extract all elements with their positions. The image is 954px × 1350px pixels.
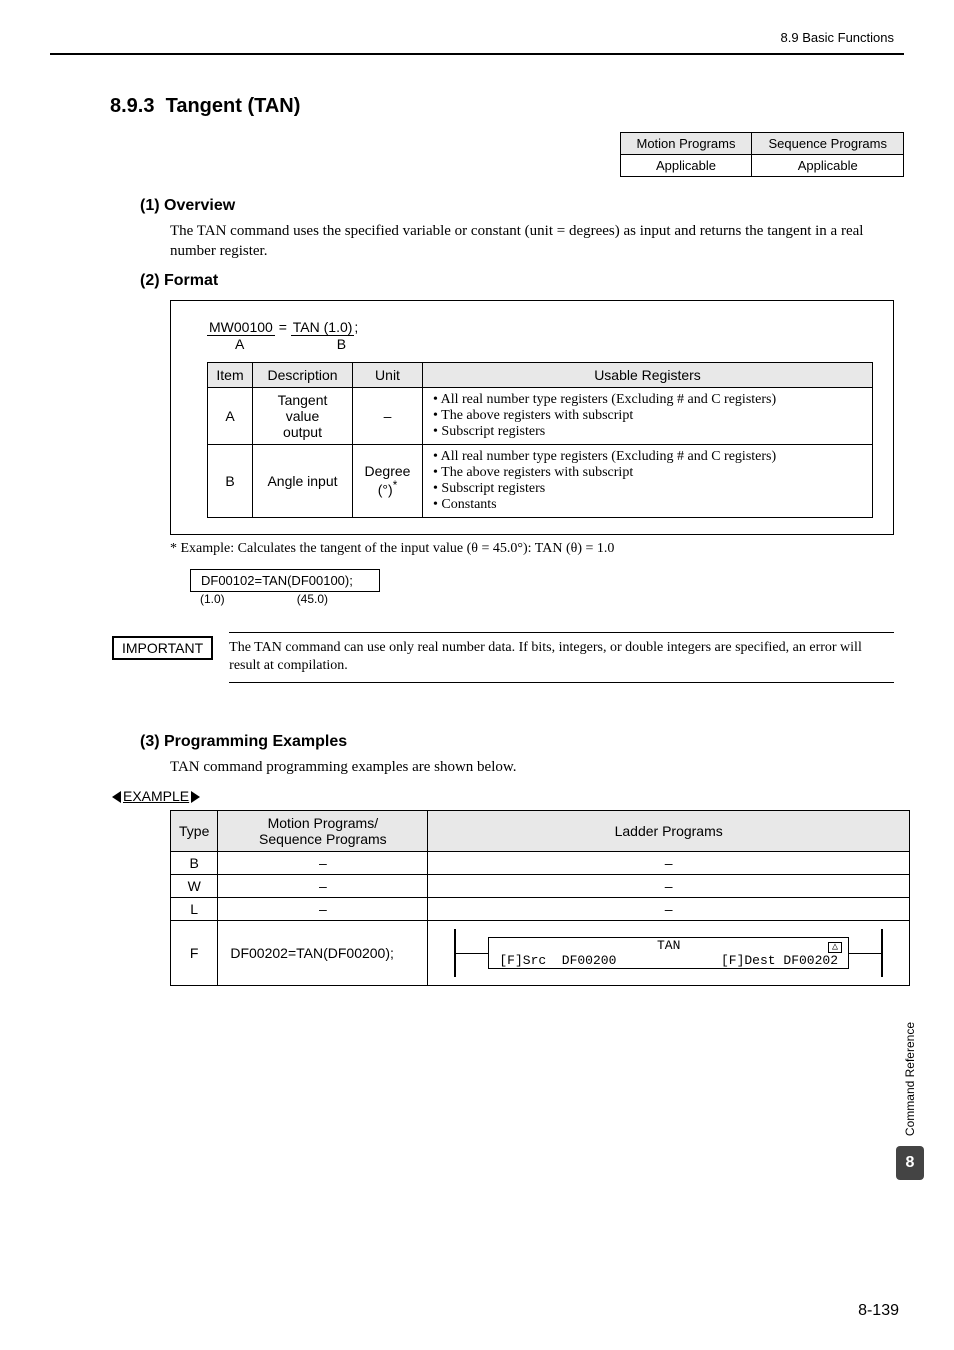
- example-val-a: (1.0): [200, 592, 230, 606]
- prog-l-motion: –: [218, 897, 428, 920]
- example-code-box: DF00102=TAN(DF00100);: [190, 569, 380, 592]
- ladder-function-box: △ TAN [F]Src DF00200 [F]Dest DF00202: [488, 937, 849, 969]
- ladder-diagram: △ TAN [F]Src DF00200 [F]Dest DF00202: [454, 929, 883, 977]
- format-footnote: * Example: Calculates the tangent of the…: [170, 541, 894, 557]
- ladder-wire-left: [456, 953, 488, 954]
- ladder-wire-right: [849, 953, 881, 954]
- header-rule: [50, 53, 904, 55]
- prog-th-motion: Motion Programs/Sequence Programs: [218, 810, 428, 851]
- fmt-b-desc: Angle input: [253, 444, 353, 517]
- prog-f-motion: DF00202=TAN(DF00200);: [218, 920, 428, 985]
- prog-heading: (3) Programming Examples: [140, 733, 904, 751]
- side-tab-text: Command Reference: [903, 1022, 917, 1136]
- prog-w-motion: –: [218, 874, 428, 897]
- important-label: IMPORTANT: [112, 636, 213, 660]
- ladder-dest-label: [F]Dest: [721, 953, 776, 968]
- applicability-table: Motion Programs Sequence Programs Applic…: [620, 132, 905, 177]
- example-values: (1.0) (45.0): [200, 592, 904, 606]
- fmt-th-reg: Usable Registers: [423, 362, 873, 387]
- example-label-text: EXAMPLE: [123, 788, 189, 804]
- prog-th-ladder: Ladder Programs: [428, 810, 910, 851]
- fmt-b-reg: • All real number type registers (Exclud…: [423, 444, 873, 517]
- important-block: IMPORTANT The TAN command can use only r…: [112, 632, 894, 684]
- section-title: 8.9.3 Tangent (TAN): [110, 95, 904, 118]
- prog-w-ladder: –: [428, 874, 910, 897]
- prog-l-type: L: [171, 897, 218, 920]
- ladder-func-name: TAN: [489, 938, 848, 953]
- prog-f-type: F: [171, 920, 218, 985]
- ladder-dest-val: DF00202: [783, 953, 838, 968]
- page-number: 8-139: [858, 1302, 899, 1320]
- triangle-left-icon: [112, 791, 121, 803]
- example-label: EXAMPLE: [112, 788, 904, 804]
- expand-icon: △: [828, 942, 842, 953]
- prog-b-ladder: –: [428, 851, 910, 874]
- fmt-th-desc: Description: [253, 362, 353, 387]
- prog-th-type: Type: [171, 810, 218, 851]
- prog-w-type: W: [171, 874, 218, 897]
- prog-b-type: B: [171, 851, 218, 874]
- fmt-th-item: Item: [208, 362, 253, 387]
- format-code-a: MW00100: [207, 319, 275, 336]
- format-box: MW00100 = TAN (1.0); A B Item Descriptio…: [170, 300, 894, 535]
- format-code-line: MW00100 = TAN (1.0);: [207, 319, 873, 336]
- prog-f-ladder: △ TAN [F]Src DF00200 [F]Dest DF00202: [428, 920, 910, 985]
- overview-heading: (1) Overview: [140, 197, 904, 215]
- ladder-src-label: [F]Src: [499, 953, 546, 968]
- ladder-src-val: DF00200: [562, 953, 617, 968]
- fmt-b-unit: Degree(°)*: [353, 444, 423, 517]
- triangle-right-icon: [191, 791, 200, 803]
- label-b: B: [337, 336, 346, 352]
- format-heading: (2) Format: [140, 272, 904, 290]
- format-code-b: TAN (1.0): [291, 319, 355, 336]
- important-text: The TAN command can use only real number…: [229, 632, 894, 684]
- app-sequence-value: Applicable: [752, 155, 904, 177]
- format-table: Item Description Unit Usable Registers A…: [207, 362, 873, 518]
- fmt-a-unit: –: [353, 387, 423, 444]
- fmt-b-item: B: [208, 444, 253, 517]
- prog-b-motion: –: [218, 851, 428, 874]
- side-tab: Command Reference 8: [896, 1022, 924, 1180]
- section-number: 8.9.3: [110, 95, 154, 117]
- prog-intro: TAN command programming examples are sho…: [170, 757, 894, 777]
- fmt-a-reg: • All real number type registers (Exclud…: [423, 387, 873, 444]
- format-ab-labels: A B: [207, 336, 873, 352]
- app-th-motion: Motion Programs: [620, 133, 752, 155]
- fmt-a-item: A: [208, 387, 253, 444]
- ladder-rail-right: [881, 929, 883, 977]
- example-val-b: (45.0): [297, 592, 328, 606]
- program-examples-table: Type Motion Programs/Sequence Programs L…: [170, 810, 910, 986]
- chapter-badge: 8: [896, 1146, 924, 1180]
- overview-text: The TAN command uses the specified varia…: [170, 221, 894, 262]
- app-motion-value: Applicable: [620, 155, 752, 177]
- header-breadcrumb: 8.9 Basic Functions: [50, 30, 904, 53]
- fmt-th-unit: Unit: [353, 362, 423, 387]
- section-name: Tangent (TAN): [166, 95, 301, 117]
- prog-l-ladder: –: [428, 897, 910, 920]
- app-th-sequence: Sequence Programs: [752, 133, 904, 155]
- fmt-a-desc: Tangentvalueoutput: [253, 387, 353, 444]
